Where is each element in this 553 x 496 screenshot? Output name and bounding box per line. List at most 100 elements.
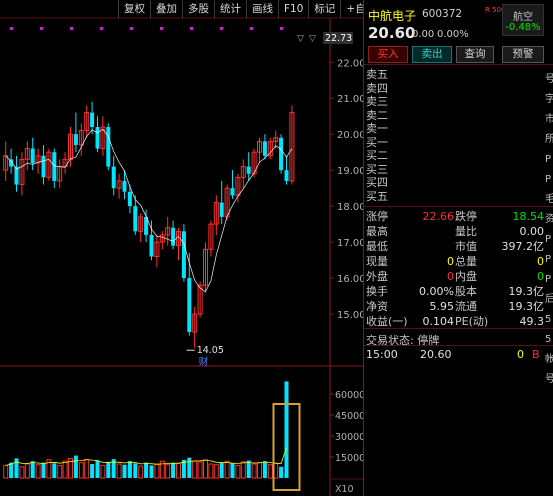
buy-button[interactable]: 买入 [368,46,408,63]
volume-bar [208,463,214,479]
stock-name: 中航电子 [368,9,417,23]
volume-bar [171,462,176,478]
volume-axis-label: 45000 [335,411,363,422]
event-dot [130,27,133,30]
quote-value: 19.3亿 [508,300,545,313]
current-price-label: 22.73 [325,33,352,44]
volume-bar [284,381,289,478]
volume-bar [213,464,219,479]
event-dot [100,27,103,30]
stock-code: 600372 [422,8,463,20]
alert-button[interactable]: 预警 [502,46,544,63]
tick-time: 15:00 [366,348,398,361]
orderbook-level: 买四 [366,176,388,189]
mark-button[interactable]: 标记 [308,0,340,18]
volume-bar [230,463,235,478]
quote-label: 股本 [455,285,477,298]
price-axis-label: 16.00 [337,274,363,285]
volume-bar [224,460,230,479]
volume-bar [197,461,203,479]
candle-body [111,166,116,189]
quote-value: 22.66 [422,210,455,223]
quote-value: 0 [537,255,544,268]
overlay-button[interactable]: 叠加 [150,0,182,18]
draw-line-button[interactable]: 画线 [246,0,278,18]
restore-rights-button[interactable]: 复权 [118,0,150,18]
edge-char: 字 [545,94,553,105]
kline-chart[interactable]: ▽ ▽ 22.73 22.00 21.00 20.00 19.00 18.00 17.00 16.… [0,0,363,496]
divider [364,64,553,65]
candle-body [230,188,235,196]
edge-char: P [545,154,552,165]
quote-label: 外盘 [366,270,388,283]
candle-body [52,152,57,181]
event-dot [280,27,283,30]
volume-bar [9,462,14,478]
candle-body [171,227,176,246]
candle-body [95,126,100,149]
f10-button[interactable]: F10 [278,0,308,18]
event-dot [220,27,223,30]
tick-buy-sell-flag: B [532,348,540,361]
edge-char: 5 [545,314,552,325]
volume-bar [251,463,257,479]
divider [364,345,553,346]
volume-bar [35,464,41,479]
orderbook-level: 卖四 [366,81,388,95]
volume-axis-label: 15000 [335,453,363,464]
quote-value: 0.00 [519,225,545,238]
candle-body [187,278,192,333]
volume-bar [116,463,122,479]
volume-bar [52,463,57,478]
volume-bar [133,463,138,478]
volume-bar [262,461,267,478]
event-marker: 财 [199,356,209,368]
candle-body [181,231,186,279]
volume-bar [100,464,106,479]
edge-char: P [545,274,552,285]
edge-char: 市 [545,114,553,125]
volume-axis-label: 60000 [335,390,363,401]
quote-label: 内盘 [455,270,477,283]
orderbook-level: 买五 [366,189,388,203]
sector-change-pct: -0.48% [505,22,541,33]
quote-label: 净资 [366,300,388,313]
quote-label: 换手 [366,285,388,298]
last-price: 20.60 [368,24,416,42]
volume-bar [144,462,149,478]
volume-bar [62,460,68,479]
volume-bar [106,461,111,478]
volume-bar [84,459,90,479]
quote-label: 涨停 [366,210,388,223]
edge-char: 号 [545,74,553,85]
candle-body [279,137,284,171]
triangle-marker: ▽ [309,34,316,44]
orderbook-level: 买三 [366,162,388,176]
sector-name: 航空 [513,12,533,23]
volume-bar [257,462,262,479]
edge-char: 号 [545,374,553,385]
stock-chart-window: ▽ ▽ 22.73 22.00 21.00 20.00 19.00 18.00 17.00 16.… [0,0,553,496]
edge-char: 资 [545,214,553,225]
multi-stock-button[interactable]: 多股 [182,0,214,18]
volume-axis-label: 30000 [335,432,363,443]
sector-box[interactable]: 航空 -0.48% [502,4,544,36]
volume-bar [95,460,100,478]
sell-button[interactable]: 卖出 [412,46,452,63]
query-button[interactable]: 查询 [456,46,494,63]
quote-value: 0.00% [419,285,454,298]
volume-bar [235,464,241,479]
volume-bar [30,461,35,478]
candle-body [106,126,111,167]
volume-bar [165,464,171,479]
price-axis-label: 17.00 [337,238,363,249]
quote-label: 总量 [455,255,477,268]
event-dot [10,27,13,30]
orderbook-level: 卖五 [366,68,388,81]
volume-bar [19,466,25,479]
volume-bar [267,464,273,479]
statistics-button[interactable]: 统计 [214,0,246,18]
candle-body [73,134,78,145]
tick-price: 20.60 [420,348,452,361]
quote-value: 0 [447,255,454,268]
